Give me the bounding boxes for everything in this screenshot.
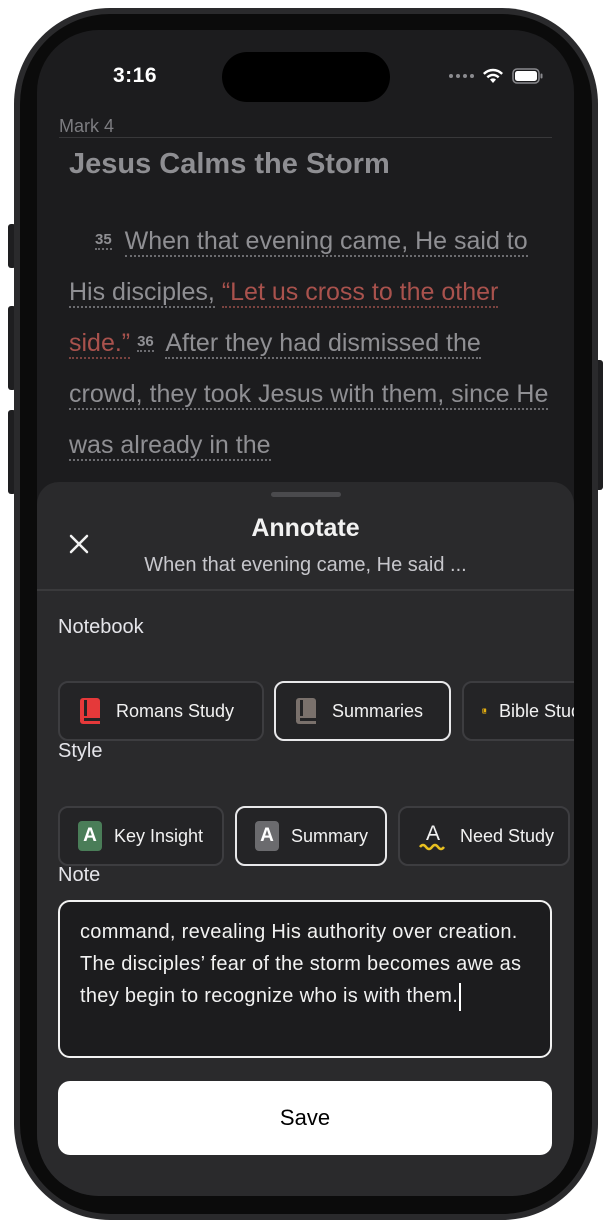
sheet-subtitle: When that evening came, He said ... (144, 554, 467, 576)
style-label-text: Summary (291, 825, 369, 846)
style-chip-summary[interactable]: A Summary (235, 806, 387, 866)
notebook-chip-summaries[interactable]: Summaries (274, 681, 451, 741)
notebook-label-text: Romans Study (116, 700, 235, 721)
style-chip-key-insight[interactable]: A Key Insight (58, 806, 224, 866)
squiggly-style-letter: A (426, 822, 440, 845)
annotate-sheet: Annotate When that evening came, He said… (37, 482, 574, 1196)
note-text: command, revealing His authority over cr… (80, 921, 522, 1007)
verse-number[interactable]: 36 (137, 333, 154, 352)
save-button[interactable]: Save (58, 1081, 552, 1155)
verse-number[interactable]: 35 (95, 231, 112, 250)
notebook-label: Notebook (58, 616, 144, 638)
book-icon (296, 698, 316, 724)
highlight-style-icon: A (255, 821, 279, 851)
chapter-divider (59, 137, 552, 138)
notebook-label-text: Bible Study (498, 700, 574, 721)
sheet-title: Annotate (251, 514, 360, 542)
bible-reader: Mark 4 Jesus Calms the Storm 35 When tha… (37, 30, 574, 550)
sheet-grabber[interactable] (271, 492, 341, 497)
style-label-text: Key Insight (114, 825, 204, 846)
sheet-divider (37, 589, 574, 591)
note-label: Note (58, 864, 101, 886)
style-chip-need-study[interactable]: A Need Study (398, 806, 570, 866)
style-label-text: Need Study (460, 825, 555, 846)
text-cursor (459, 982, 462, 1011)
style-label: Style (58, 740, 103, 762)
highlight-style-icon: A (78, 821, 102, 851)
section-title: Jesus Calms the Storm (69, 148, 390, 180)
squiggly-underline-icon: A (419, 822, 445, 851)
note-textarea[interactable]: command, revealing His authority over cr… (58, 900, 552, 1058)
notebook-label-text: Summaries (332, 700, 424, 721)
screen: 3:16 Mark 4 Jesus Calms the Storm 35 Whe… (37, 30, 574, 1196)
chapter-reference: Mark 4 (59, 116, 115, 136)
passage-text: 35 When that evening came, He said to Hi… (69, 216, 549, 471)
book-icon (482, 708, 487, 714)
book-icon (80, 698, 100, 724)
notebook-chip-romans-study[interactable]: Romans Study (58, 681, 264, 741)
notebook-chip-bible-study[interactable]: Bible Study (462, 681, 574, 741)
